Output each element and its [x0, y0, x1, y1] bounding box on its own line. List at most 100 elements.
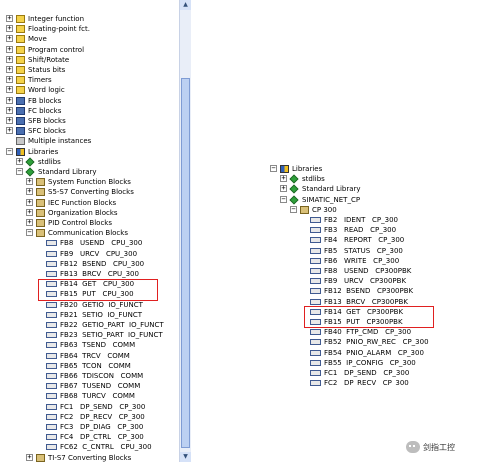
tree-item[interactable]: + Integer function	[6, 14, 178, 24]
tree-item[interactable]: FB63 TSEND COMM	[36, 340, 178, 350]
collapse-toggle-icon[interactable]: −	[290, 205, 297, 213]
tree-item[interactable]: FB9 URCV CP300PBK	[300, 276, 498, 286]
tree-item[interactable]: Multiple instances	[6, 136, 178, 146]
expand-toggle-icon[interactable]: +	[6, 15, 13, 22]
expand-toggle-icon[interactable]: +	[6, 45, 13, 53]
expand-toggle-icon[interactable]: +	[6, 55, 13, 63]
tree-item[interactable]: + FC blocks	[6, 106, 178, 116]
tree-item[interactable]: − CP 300	[290, 205, 498, 215]
tree-item[interactable]: FB4 REPORT CP_300	[300, 235, 498, 245]
tree-item[interactable]: + System Function Blocks	[26, 177, 178, 187]
tree-item[interactable]: + FB blocks	[6, 96, 178, 106]
tree-item[interactable]: FB14 GET CP300PBK	[300, 307, 498, 317]
expand-toggle-icon[interactable]: +	[280, 185, 287, 193]
tree-item[interactable]: FB12 BSEND CPU_300	[36, 259, 178, 269]
collapse-toggle-icon[interactable]: −	[6, 147, 13, 155]
tree-item[interactable]: + PID Control Blocks	[26, 218, 178, 228]
tree-item[interactable]: FB8 USEND CPU_300	[36, 238, 178, 248]
tree-item[interactable]: FB22 GETIO_PART IO_FUNCT	[36, 320, 178, 330]
expand-toggle-icon[interactable]: +	[6, 66, 13, 73]
fb-icon	[46, 393, 57, 400]
tree-item[interactable]: FC2 DP_RECV CP_300	[300, 378, 498, 386]
tree-item[interactable]: FB13 BRCV CP300PBK	[300, 297, 498, 307]
tree-item[interactable]: FB15 PUT CP300PBK	[300, 317, 498, 327]
expand-toggle-icon[interactable]: +	[6, 106, 13, 114]
expand-toggle-icon[interactable]: +	[26, 208, 33, 216]
diamond-icon	[289, 195, 299, 205]
expand-toggle-icon[interactable]: +	[6, 96, 13, 104]
tree-item[interactable]: FC1 DP_SEND CP_300	[36, 402, 178, 412]
expand-toggle-icon[interactable]: +	[6, 127, 13, 135]
tree-item[interactable]: FB52 PNIO_RW_REC CP_300	[300, 337, 498, 347]
tree-item[interactable]: FB12 BSEND CP300PBK	[300, 286, 498, 296]
expand-toggle-icon[interactable]: +	[26, 188, 33, 196]
tree-item[interactable]: + Move	[6, 34, 178, 44]
tree-item[interactable]: + S5-S7 Converting Blocks	[26, 187, 178, 197]
tree-item[interactable]: FB14 GET CPU_300	[36, 279, 178, 289]
collapse-toggle-icon[interactable]: −	[26, 229, 33, 237]
tree-item[interactable]: FB65 TCON COMM	[36, 361, 178, 371]
expand-toggle-icon[interactable]: +	[6, 86, 13, 94]
tree-item[interactable]: FB5 STATUS CP_300	[300, 246, 498, 256]
tree-item[interactable]: + Word logic	[6, 85, 178, 95]
tree-item[interactable]: FB8 USEND CP300PBK	[300, 266, 498, 276]
tree-item[interactable]: − Libraries	[270, 164, 498, 174]
expand-toggle-icon[interactable]: +	[26, 198, 33, 206]
tree-item[interactable]: FB20 GETIO IO_FUNCT	[36, 300, 178, 310]
tree-item[interactable]: FB64 TRCV COMM	[36, 351, 178, 361]
tree-item[interactable]: + stdlibs	[280, 174, 498, 184]
tree-item[interactable]: FB55 IP_CONFIG CP_300	[300, 358, 498, 368]
tree-item[interactable]: + SFB blocks	[6, 116, 178, 126]
tree-item[interactable]: FC1 DP_SEND CP_300	[300, 368, 498, 378]
tree-item[interactable]: FB54 PNIO_ALARM CP_300	[300, 348, 498, 358]
expand-toggle-icon[interactable]: +	[26, 453, 33, 461]
tree-item[interactable]: + Organization Blocks	[26, 208, 178, 218]
tree-item[interactable]: FC62 C_CNTRL CPU_300	[36, 442, 178, 452]
tree-item[interactable]: FB15 PUT CPU_300	[36, 289, 178, 299]
tree-item[interactable]: FB23 SETIO_PART IO_FUNCT	[36, 330, 178, 340]
tree-item[interactable]: − Communication Blocks	[26, 228, 178, 238]
collapse-toggle-icon[interactable]: −	[270, 165, 277, 172]
expand-toggle-icon[interactable]: +	[6, 25, 13, 33]
tree-item[interactable]: − SIMATIC_NET_CP	[280, 195, 498, 205]
expand-toggle-icon[interactable]: +	[16, 157, 23, 165]
tree-item[interactable]: + Timers	[6, 75, 178, 85]
tree-item[interactable]: FB40 FTP_CMD CP_300	[300, 327, 498, 337]
tree-item[interactable]: FB9 URCV CPU_300	[36, 249, 178, 259]
collapse-toggle-icon[interactable]: −	[16, 168, 23, 175]
scroll-up-arrow-icon[interactable]: ▲	[180, 0, 191, 10]
tree-item[interactable]: − Libraries	[6, 147, 178, 157]
collapse-toggle-icon[interactable]: −	[280, 195, 287, 203]
tree-item[interactable]: + Status bits	[6, 65, 178, 75]
tree-item[interactable]: FB21 SETIO IO_FUNCT	[36, 310, 178, 320]
left-library-tree: ▲ ▼ + Integer function + Floating-point fct…	[0, 0, 192, 462]
tree-item[interactable]: + Program control	[6, 45, 178, 55]
scrollbar-thumb[interactable]	[181, 78, 190, 448]
tree-item[interactable]: + Shift/Rotate	[6, 55, 178, 65]
expand-toggle-icon[interactable]: +	[26, 219, 33, 226]
tree-item[interactable]: − Standard Library	[16, 167, 178, 177]
scroll-down-arrow-icon[interactable]: ▼	[180, 452, 191, 462]
tree-item[interactable]: + Standard Library	[280, 184, 498, 194]
tree-item[interactable]: FB68 TURCV COMM	[36, 391, 178, 401]
expand-toggle-icon[interactable]: +	[6, 76, 13, 84]
tree-item[interactable]: FB13 BRCV CPU_300	[36, 269, 178, 279]
expand-toggle-icon[interactable]: +	[6, 117, 13, 124]
tree-item[interactable]: + TI-S7 Converting Blocks	[26, 453, 178, 462]
tree-item[interactable]: FB3 READ CP_300	[300, 225, 498, 235]
tree-item[interactable]: FB66 TDISCON COMM	[36, 371, 178, 381]
tree-item[interactable]: FB2 IDENT CP_300	[300, 215, 498, 225]
tree-item[interactable]: FC3 DP_DIAG CP_300	[36, 422, 178, 432]
expand-toggle-icon[interactable]: +	[6, 35, 13, 43]
expand-toggle-icon[interactable]: +	[26, 178, 33, 186]
tree-item[interactable]: FB6 WRITE CP_300	[300, 256, 498, 266]
tree-item[interactable]: FC4 DP_CTRL CP_300	[36, 432, 178, 442]
tree-item[interactable]: + SFC blocks	[6, 126, 178, 136]
vertical-scrollbar[interactable]: ▲ ▼	[179, 0, 191, 462]
tree-item[interactable]: + IEC Function Blocks	[26, 198, 178, 208]
tree-item[interactable]: + stdlibs	[16, 157, 178, 167]
tree-item[interactable]: FC2 DP_RECV CP_300	[36, 412, 178, 422]
tree-item[interactable]: + Floating-point fct.	[6, 24, 178, 34]
expand-toggle-icon[interactable]: +	[280, 175, 287, 183]
tree-item[interactable]: FB67 TUSEND COMM	[36, 381, 178, 391]
